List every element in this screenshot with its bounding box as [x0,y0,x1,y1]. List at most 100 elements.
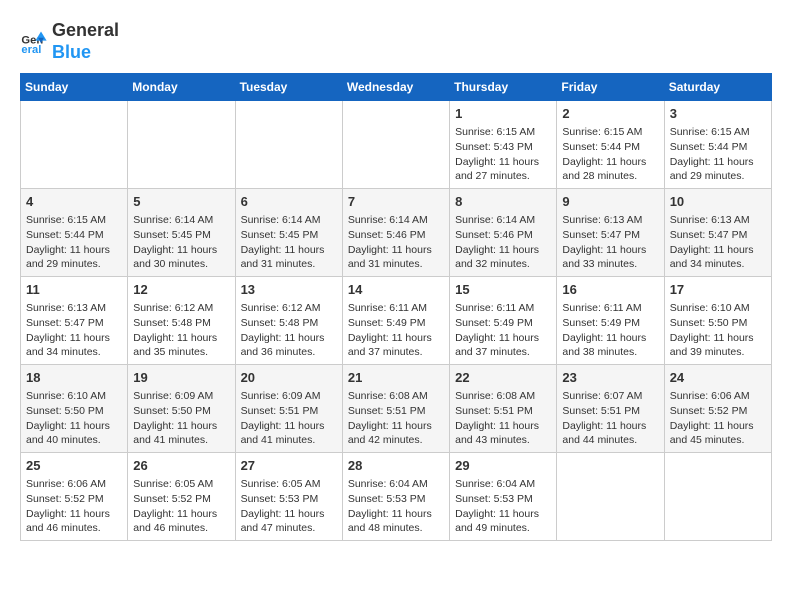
day-number: 21 [348,369,444,387]
weekday-sunday: Sunday [21,74,128,101]
day-number: 19 [133,369,229,387]
day-info: Sunrise: 6:15 AM Sunset: 5:44 PM Dayligh… [26,213,122,272]
day-info: Sunrise: 6:12 AM Sunset: 5:48 PM Dayligh… [133,301,229,360]
calendar-cell: 4 Sunrise: 6:15 AM Sunset: 5:44 PM Daylig… [21,189,128,277]
day-number: 4 [26,193,122,211]
day-number: 15 [455,281,551,299]
day-number: 20 [241,369,337,387]
day-number: 10 [670,193,766,211]
calendar-cell: 23 Sunrise: 6:07 AM Sunset: 5:51 PM Dayli… [557,365,664,453]
day-info: Sunrise: 6:14 AM Sunset: 5:45 PM Dayligh… [241,213,337,272]
calendar-cell: 2 Sunrise: 6:15 AM Sunset: 5:44 PM Daylig… [557,101,664,189]
day-info: Sunrise: 6:09 AM Sunset: 5:50 PM Dayligh… [133,389,229,448]
svg-text:eral: eral [21,44,41,56]
weekday-thursday: Thursday [450,74,557,101]
calendar-cell: 27 Sunrise: 6:05 AM Sunset: 5:53 PM Dayli… [235,452,342,540]
weekday-tuesday: Tuesday [235,74,342,101]
day-info: Sunrise: 6:14 AM Sunset: 5:46 PM Dayligh… [348,213,444,272]
day-number: 22 [455,369,551,387]
day-info: Sunrise: 6:13 AM Sunset: 5:47 PM Dayligh… [670,213,766,272]
day-info: Sunrise: 6:11 AM Sunset: 5:49 PM Dayligh… [348,301,444,360]
calendar-cell: 24 Sunrise: 6:06 AM Sunset: 5:52 PM Dayli… [664,365,771,453]
day-number: 29 [455,457,551,475]
calendar-cell: 28 Sunrise: 6:04 AM Sunset: 5:53 PM Dayli… [342,452,449,540]
calendar-cell: 5 Sunrise: 6:14 AM Sunset: 5:45 PM Daylig… [128,189,235,277]
calendar-cell: 21 Sunrise: 6:08 AM Sunset: 5:51 PM Dayli… [342,365,449,453]
calendar-cell: 15 Sunrise: 6:11 AM Sunset: 5:49 PM Dayli… [450,277,557,365]
calendar-table: SundayMondayTuesdayWednesdayThursdayFrid… [20,73,772,541]
calendar-cell: 29Sunrise: 6:04 AM Sunset: 5:53 PM Dayli… [450,452,557,540]
day-number: 2 [562,105,658,123]
day-info: Sunrise: 6:14 AM Sunset: 5:45 PM Dayligh… [133,213,229,272]
day-info: Sunrise: 6:15 AM Sunset: 5:44 PM Dayligh… [562,125,658,184]
logo-icon: Gen eral [20,28,48,56]
calendar-cell [342,101,449,189]
calendar-week-1: 1 Sunrise: 6:15 AM Sunset: 5:43 PM Daylig… [21,101,772,189]
day-info: Sunrise: 6:13 AM Sunset: 5:47 PM Dayligh… [26,301,122,360]
calendar-cell: 26Sunrise: 6:05 AM Sunset: 5:52 PM Dayli… [128,452,235,540]
calendar-cell: 6 Sunrise: 6:14 AM Sunset: 5:45 PM Daylig… [235,189,342,277]
day-number: 23 [562,369,658,387]
calendar-cell: 12 Sunrise: 6:12 AM Sunset: 5:48 PM Dayli… [128,277,235,365]
calendar-cell: 16 Sunrise: 6:11 AM Sunset: 5:49 PM Dayli… [557,277,664,365]
calendar-cell: 14Sunrise: 6:11 AM Sunset: 5:49 PM Dayli… [342,277,449,365]
calendar-cell [21,101,128,189]
calendar-cell: 22 Sunrise: 6:08 AM Sunset: 5:51 PM Dayli… [450,365,557,453]
calendar-cell: 18Sunrise: 6:10 AM Sunset: 5:50 PM Dayli… [21,365,128,453]
day-info: Sunrise: 6:08 AM Sunset: 5:51 PM Dayligh… [455,389,551,448]
day-info: Sunrise: 6:10 AM Sunset: 5:50 PM Dayligh… [26,389,122,448]
day-info: Sunrise: 6:15 AM Sunset: 5:43 PM Dayligh… [455,125,551,184]
day-info: Sunrise: 6:06 AM Sunset: 5:52 PM Dayligh… [26,477,122,536]
day-info: Sunrise: 6:11 AM Sunset: 5:49 PM Dayligh… [455,301,551,360]
calendar-week-5: 25Sunrise: 6:06 AM Sunset: 5:52 PM Dayli… [21,452,772,540]
weekday-monday: Monday [128,74,235,101]
day-info: Sunrise: 6:06 AM Sunset: 5:52 PM Dayligh… [670,389,766,448]
day-info: Sunrise: 6:08 AM Sunset: 5:51 PM Dayligh… [348,389,444,448]
calendar-cell: 7Sunrise: 6:14 AM Sunset: 5:46 PM Daylig… [342,189,449,277]
day-info: Sunrise: 6:12 AM Sunset: 5:48 PM Dayligh… [241,301,337,360]
logo: Gen eral GeneralBlue [20,20,119,63]
calendar-cell: 11Sunrise: 6:13 AM Sunset: 5:47 PM Dayli… [21,277,128,365]
calendar-cell: 3 Sunrise: 6:15 AM Sunset: 5:44 PM Daylig… [664,101,771,189]
weekday-friday: Friday [557,74,664,101]
day-number: 6 [241,193,337,211]
day-info: Sunrise: 6:07 AM Sunset: 5:51 PM Dayligh… [562,389,658,448]
calendar-cell [664,452,771,540]
calendar-week-2: 4 Sunrise: 6:15 AM Sunset: 5:44 PM Daylig… [21,189,772,277]
day-number: 24 [670,369,766,387]
day-number: 27 [241,457,337,475]
day-info: Sunrise: 6:09 AM Sunset: 5:51 PM Dayligh… [241,389,337,448]
calendar-week-4: 18Sunrise: 6:10 AM Sunset: 5:50 PM Dayli… [21,365,772,453]
calendar-cell: 13 Sunrise: 6:12 AM Sunset: 5:48 PM Dayli… [235,277,342,365]
weekday-wednesday: Wednesday [342,74,449,101]
calendar-cell: 10 Sunrise: 6:13 AM Sunset: 5:47 PM Dayli… [664,189,771,277]
weekday-saturday: Saturday [664,74,771,101]
calendar-cell: 19 Sunrise: 6:09 AM Sunset: 5:50 PM Dayli… [128,365,235,453]
day-number: 1 [455,105,551,123]
page-header: Gen eral GeneralBlue [20,20,772,63]
calendar-cell [557,452,664,540]
day-number: 5 [133,193,229,211]
day-number: 13 [241,281,337,299]
day-info: Sunrise: 6:04 AM Sunset: 5:53 PM Dayligh… [348,477,444,536]
day-info: Sunrise: 6:11 AM Sunset: 5:49 PM Dayligh… [562,301,658,360]
logo-text: GeneralBlue [52,20,119,63]
day-info: Sunrise: 6:15 AM Sunset: 5:44 PM Dayligh… [670,125,766,184]
day-info: Sunrise: 6:05 AM Sunset: 5:53 PM Dayligh… [241,477,337,536]
day-number: 17 [670,281,766,299]
calendar-cell: 17 Sunrise: 6:10 AM Sunset: 5:50 PM Dayli… [664,277,771,365]
day-number: 16 [562,281,658,299]
day-number: 8 [455,193,551,211]
day-number: 3 [670,105,766,123]
day-info: Sunrise: 6:14 AM Sunset: 5:46 PM Dayligh… [455,213,551,272]
day-number: 12 [133,281,229,299]
day-info: Sunrise: 6:10 AM Sunset: 5:50 PM Dayligh… [670,301,766,360]
day-number: 28 [348,457,444,475]
day-info: Sunrise: 6:13 AM Sunset: 5:47 PM Dayligh… [562,213,658,272]
calendar-cell: 25Sunrise: 6:06 AM Sunset: 5:52 PM Dayli… [21,452,128,540]
day-number: 26 [133,457,229,475]
calendar-cell: 20 Sunrise: 6:09 AM Sunset: 5:51 PM Dayli… [235,365,342,453]
day-number: 9 [562,193,658,211]
calendar-cell: 1 Sunrise: 6:15 AM Sunset: 5:43 PM Daylig… [450,101,557,189]
calendar-week-3: 11Sunrise: 6:13 AM Sunset: 5:47 PM Dayli… [21,277,772,365]
